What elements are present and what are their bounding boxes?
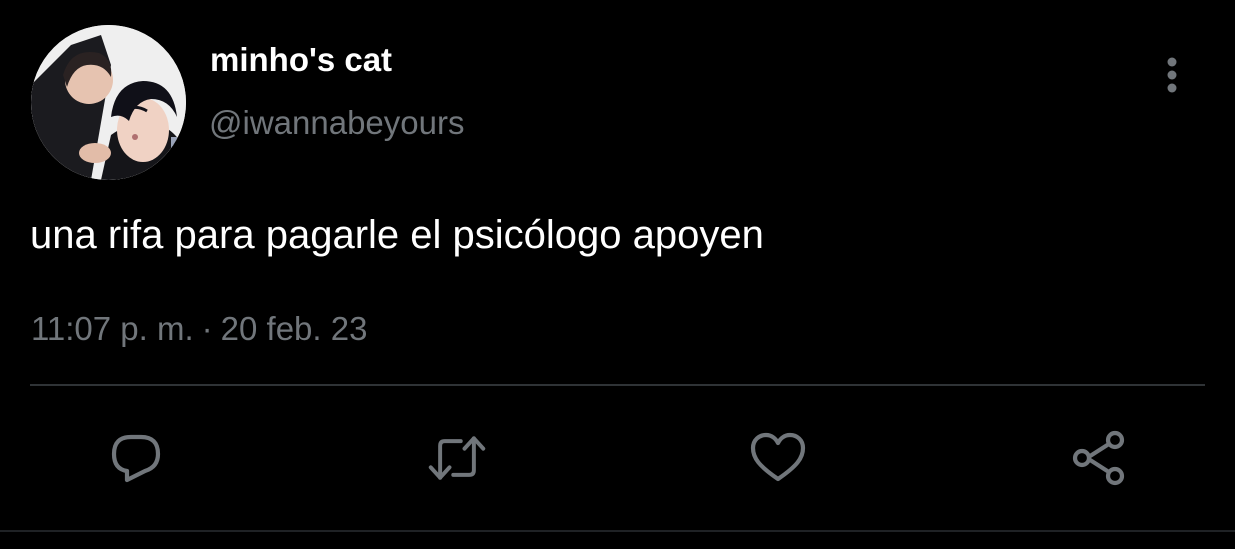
like-button[interactable]: [748, 428, 808, 488]
tweet-detail: minho's cat @iwannabeyours una rifa para…: [0, 0, 1235, 549]
bottom-divider: [0, 530, 1235, 532]
retweet-icon: [428, 436, 486, 480]
user-handle[interactable]: @iwannabeyours: [209, 104, 464, 142]
reply-icon: [111, 434, 161, 483]
display-name[interactable]: minho's cat: [210, 41, 392, 79]
meta-separator: ·: [201, 310, 213, 347]
tweet-timestamp[interactable]: 11:07 p. m. · 20 feb. 23: [31, 310, 367, 348]
more-options-button[interactable]: [1150, 52, 1194, 96]
tweet-time: 11:07 p. m.: [31, 310, 194, 347]
tweet-text: una rifa para pagarle el psicólogo apoye…: [30, 213, 764, 257]
share-button[interactable]: [1070, 428, 1130, 488]
reply-button[interactable]: [106, 428, 166, 488]
divider: [30, 384, 1205, 386]
retweet-button[interactable]: [427, 428, 487, 488]
tweet-date: 20 feb. 23: [220, 310, 368, 347]
heart-icon: [750, 432, 806, 482]
avatar[interactable]: [31, 25, 186, 180]
profile-photo-icon: [31, 25, 186, 180]
share-icon: [1072, 430, 1125, 486]
more-vertical-icon: [1167, 57, 1177, 93]
